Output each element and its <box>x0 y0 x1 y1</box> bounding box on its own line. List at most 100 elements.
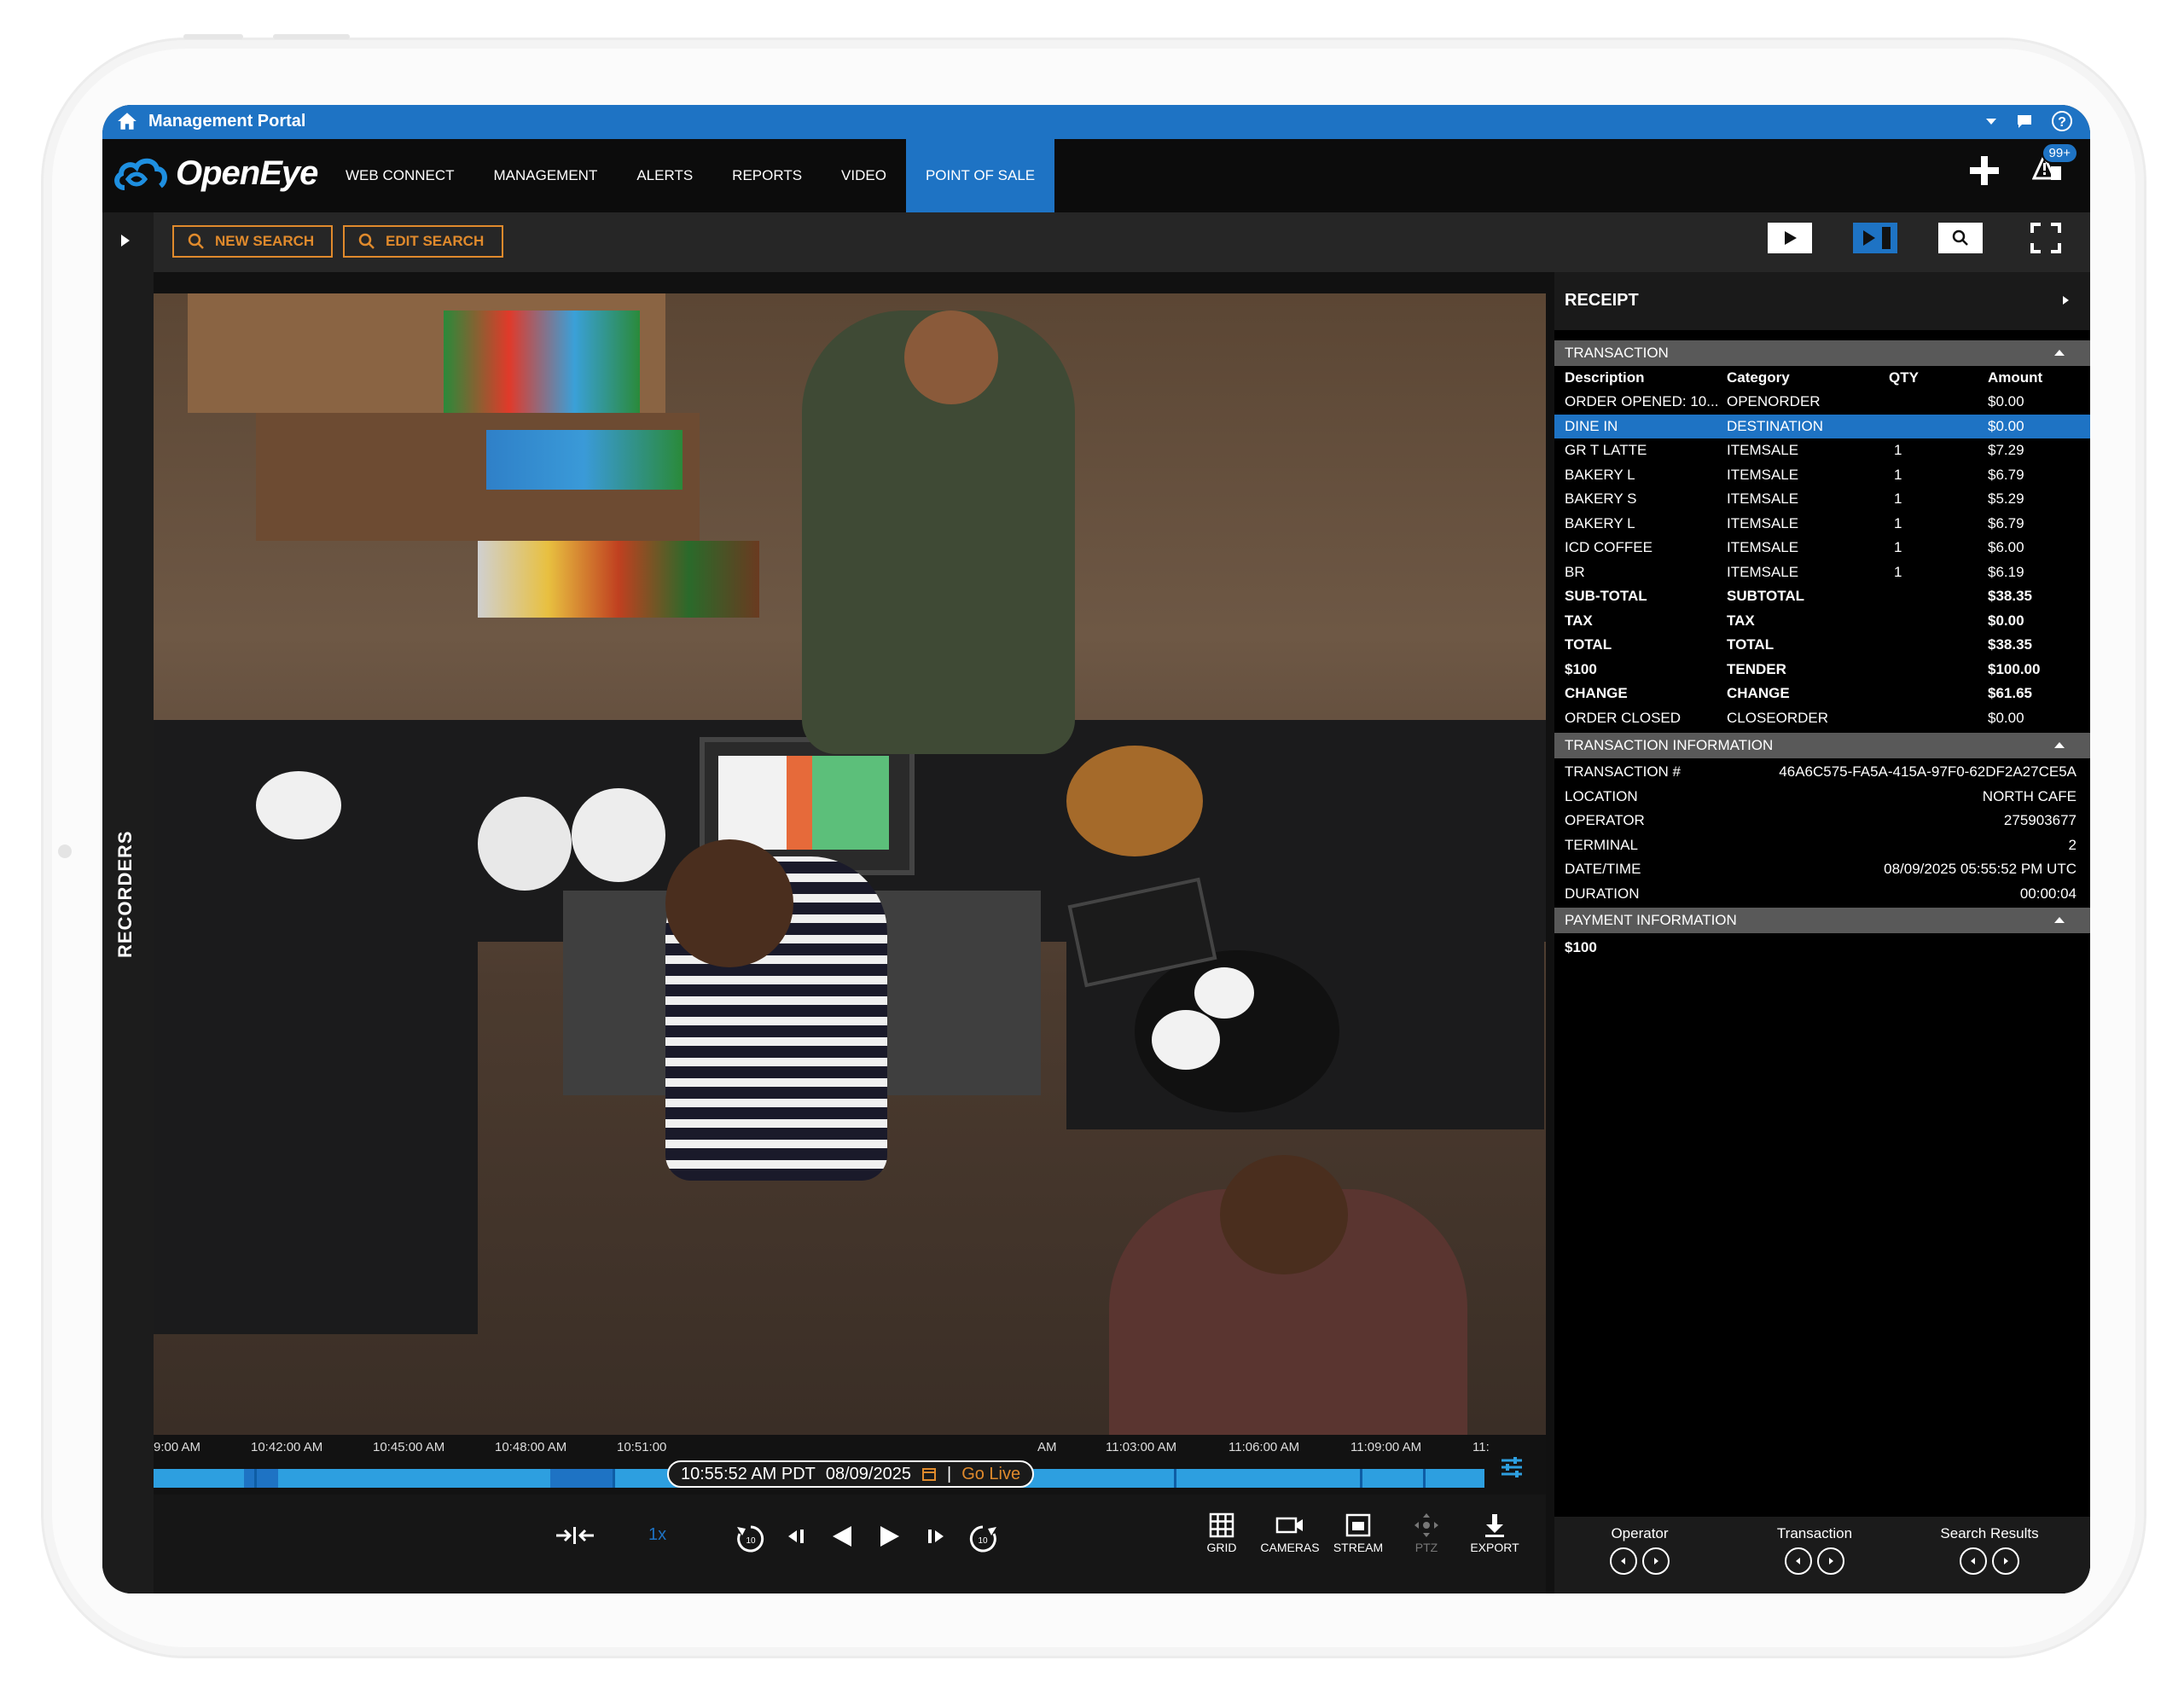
search-results-prev-button[interactable] <box>1960 1547 1987 1575</box>
transaction-next-button[interactable] <box>1817 1547 1844 1575</box>
cameras-label: CAMERAS <box>1260 1541 1320 1554</box>
info-row: TRANSACTION # 46A6C575-FA5A-415A-97F0-62D… <box>1554 760 2090 784</box>
ptz-icon <box>1414 1513 1438 1537</box>
operator-next-button[interactable] <box>1642 1547 1670 1575</box>
collapse-up-icon[interactable] <box>2054 350 2065 356</box>
transaction-section-header[interactable]: TRANSACTION <box>1554 340 2090 366</box>
receipt-row[interactable]: BAKERY L ITEMSALE 1 $6.79 <box>1554 463 2090 487</box>
row-amount: $61.65 <box>1988 685 2032 701</box>
operator-prev-button[interactable] <box>1610 1547 1637 1575</box>
openeye-logo[interactable]: OpenEye <box>113 154 318 193</box>
nav-web-connect[interactable]: WEB CONNECT <box>326 139 474 212</box>
cameras-button[interactable]: CAMERAS <box>1256 1510 1324 1554</box>
row-category: OPENORDER <box>1727 393 1821 409</box>
row-amount: $5.29 <box>1988 491 2024 507</box>
download-icon <box>1485 1514 1504 1537</box>
payment-info-section-header[interactable]: PAYMENT INFORMATION <box>1554 908 2090 933</box>
receipt-row[interactable]: BAKERY L ITEMSALE 1 $6.79 <box>1554 512 2090 536</box>
timeline-label: 11:03:00 AM <box>1106 1440 1177 1454</box>
nav-point-of-sale[interactable]: POINT OF SALE <box>905 139 1055 212</box>
payment-row: $100 <box>1554 936 2090 960</box>
receipt-row[interactable]: TAX TAX $0.00 <box>1554 609 2090 633</box>
svg-text:10: 10 <box>978 1536 988 1546</box>
row-category: TAX <box>1727 612 1755 629</box>
step-back-icon[interactable] <box>785 1524 810 1549</box>
info-key: TERMINAL <box>1565 836 1638 853</box>
sync-play-button[interactable] <box>1853 223 1897 253</box>
timeline-settings-icon[interactable] <box>1498 1454 1525 1481</box>
help-icon[interactable]: ? <box>2051 110 2073 132</box>
search-results-next-button[interactable] <box>1992 1547 2019 1575</box>
row-description: SUB-TOTAL <box>1565 588 1647 604</box>
chevron-down-icon[interactable] <box>1984 116 1998 126</box>
receipt-row[interactable]: CHANGE CHANGE $61.65 <box>1554 682 2090 705</box>
chat-icon[interactable] <box>2015 112 2034 131</box>
nav-management[interactable]: MANAGEMENT <box>474 139 618 212</box>
forward-10-icon[interactable]: 10 <box>967 1524 998 1554</box>
export-button[interactable]: EXPORT <box>1461 1510 1529 1554</box>
receipt-row[interactable]: ORDER OPENED: 10... OPENORDER $0.00 <box>1554 390 2090 414</box>
playback-speed[interactable]: 1x <box>648 1525 666 1545</box>
receipt-title: RECEIPT <box>1565 291 1639 310</box>
collapse-up-icon[interactable] <box>2054 917 2065 923</box>
row-description: ORDER CLOSED <box>1565 709 1682 726</box>
receipt-row[interactable]: $100 TENDER $100.00 <box>1554 658 2090 682</box>
rewind-10-icon[interactable]: 10 <box>735 1524 766 1554</box>
row-category: TOTAL <box>1727 636 1774 653</box>
calendar-icon[interactable] <box>921 1466 937 1482</box>
row-amount: $0.00 <box>1988 612 2024 629</box>
grid-button[interactable]: GRID <box>1188 1510 1256 1554</box>
receipt-row[interactable]: BR ITEMSALE 1 $6.19 <box>1554 560 2090 584</box>
info-value: 08/09/2025 05:55:52 PM UTC <box>1884 861 2077 877</box>
go-live-button[interactable]: Go Live <box>961 1465 1020 1484</box>
coffee-cup <box>1194 967 1254 1019</box>
expand-sidebar-icon[interactable] <box>121 235 130 247</box>
row-category: CHANGE <box>1727 685 1790 701</box>
receipt-row[interactable]: ORDER CLOSED CLOSEORDER $0.00 <box>1554 706 2090 730</box>
add-icon[interactable] <box>1967 154 2001 188</box>
chevron-left-icon <box>1971 1558 1975 1564</box>
grid-label: GRID <box>1206 1541 1237 1554</box>
collapse-receipt-icon[interactable] <box>2061 294 2070 306</box>
tablet-camera <box>58 845 72 858</box>
collapse-up-icon[interactable] <box>2054 742 2065 748</box>
receipt-row[interactable]: TOTAL TOTAL $38.35 <box>1554 633 2090 657</box>
nav-video[interactable]: VIDEO <box>822 139 906 212</box>
row-description: BAKERY S <box>1565 491 1637 507</box>
receipt-row[interactable]: DINE IN DESTINATION $0.00 <box>1554 414 2090 438</box>
timeline-label: AM <box>1037 1440 1057 1454</box>
receipt-row[interactable]: SUB-TOTAL SUBTOTAL $38.35 <box>1554 584 2090 608</box>
info-row: TERMINAL 2 <box>1554 833 2090 857</box>
receipt-row[interactable]: ICD COFFEE ITEMSALE 1 $6.00 <box>1554 536 2090 560</box>
nav-alerts[interactable]: ALERTS <box>617 139 712 212</box>
time-selector[interactable]: 10:55:52 AM PDT 08/09/2025 | Go Live <box>667 1460 1035 1488</box>
play-view-button[interactable] <box>1768 223 1812 253</box>
ptz-button[interactable]: PTZ <box>1392 1510 1461 1554</box>
row-category: SUBTOTAL <box>1727 588 1804 604</box>
sync-icon[interactable] <box>555 1524 595 1547</box>
nav-reports[interactable]: REPORTS <box>712 139 822 212</box>
fullscreen-button[interactable] <box>2024 223 2068 253</box>
row-category: TENDER <box>1727 660 1786 677</box>
play-icon <box>1785 231 1797 245</box>
play-reverse-icon[interactable] <box>829 1524 855 1549</box>
step-forward-icon[interactable] <box>921 1524 947 1549</box>
stream-label: STREAM <box>1333 1541 1384 1554</box>
play-icon[interactable] <box>877 1524 903 1549</box>
alerts-button[interactable]: 99+ <box>2031 142 2078 188</box>
zoom-search-button[interactable] <box>1938 223 1983 253</box>
timeline-label: 10:48:00 AM <box>495 1440 567 1454</box>
transaction-prev-button[interactable] <box>1785 1547 1812 1575</box>
row-category: ITEMSALE <box>1727 514 1799 531</box>
operator-nav-label: Operator <box>1611 1525 1669 1541</box>
home-icon[interactable] <box>116 110 138 132</box>
recorders-label[interactable]: RECORDERS <box>114 830 136 958</box>
camera-video-feed[interactable] <box>154 293 1546 1435</box>
stream-button[interactable]: STREAM <box>1324 1510 1392 1554</box>
new-search-button[interactable]: NEW SEARCH <box>172 225 333 258</box>
transaction-info-section-header[interactable]: TRANSACTION INFORMATION <box>1554 733 2090 758</box>
receipt-row[interactable]: GR T LATTE ITEMSALE 1 $7.29 <box>1554 438 2090 462</box>
receipt-row[interactable]: BAKERY S ITEMSALE 1 $5.29 <box>1554 487 2090 511</box>
edit-search-button[interactable]: EDIT SEARCH <box>343 225 503 258</box>
row-category: CLOSEORDER <box>1727 709 1829 726</box>
